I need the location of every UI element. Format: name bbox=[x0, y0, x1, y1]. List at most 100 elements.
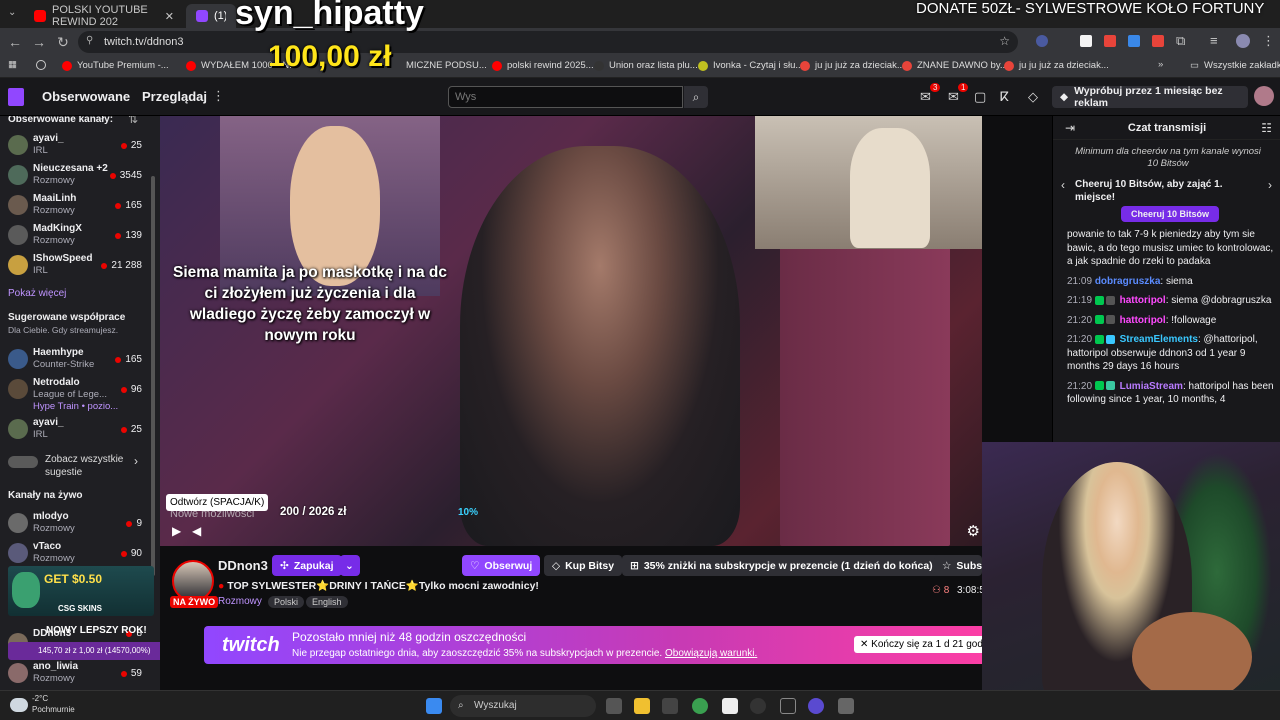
store-icon[interactable] bbox=[662, 698, 678, 714]
sidebar-channel[interactable]: Haemhype Counter-Strike 165 bbox=[6, 346, 154, 376]
site-info-icon[interactable]: ⚲ bbox=[86, 35, 93, 46]
extension-icon[interactable] bbox=[1128, 35, 1140, 47]
sidebar-channel[interactable]: ayavi_ IRL 25 bbox=[6, 416, 154, 446]
show-more-link[interactable]: Pokaż więcej bbox=[8, 288, 66, 299]
sort-icon[interactable]: ⇅ bbox=[128, 116, 138, 126]
tab-search-icon[interactable]: ⌄ bbox=[8, 7, 16, 18]
stream-tag[interactable]: Polski bbox=[268, 596, 305, 608]
star-icon[interactable]: ☆ bbox=[999, 34, 1010, 48]
url-input[interactable]: ⚲ twitch.tv/ddnon3 ☆ bbox=[78, 31, 1018, 53]
windows-start-icon[interactable] bbox=[426, 698, 442, 714]
apps-grid-icon[interactable]: ▦ bbox=[8, 59, 17, 70]
channel-name[interactable]: DDnon3 bbox=[218, 558, 268, 573]
sidebar-channel[interactable]: MadKingX Rozmowy 139 bbox=[6, 222, 154, 252]
tab-twitch[interactable]: (1) DDnon3 bbox=[186, 4, 236, 28]
close-icon[interactable]: ✕ bbox=[165, 10, 174, 23]
more-bookmarks-icon[interactable]: » bbox=[1158, 59, 1163, 70]
sidebar-channel[interactable]: Netrodalo League of Lege... Hype Train • p… bbox=[6, 376, 154, 414]
nav-followed[interactable]: Obserwowane bbox=[42, 89, 130, 104]
volume-icon[interactable]: ◀ bbox=[192, 524, 201, 538]
extension-icon[interactable] bbox=[1036, 35, 1048, 47]
gift-dropdown-button[interactable]: ⌄ bbox=[340, 555, 360, 576]
media-icon[interactable]: ≡ bbox=[1210, 33, 1218, 48]
gift-button[interactable]: ✣ Zapukaj bbox=[272, 555, 342, 576]
extension-icon[interactable] bbox=[1152, 35, 1164, 47]
settings-icon[interactable] bbox=[838, 698, 854, 714]
weather-widget[interactable]: -2°C Pochmurnie bbox=[32, 693, 75, 715]
follow-button[interactable]: ♡ Obserwuj bbox=[462, 555, 541, 576]
bookmark-item[interactable]: ju ju już za dzieciak... bbox=[800, 60, 905, 71]
inbox-icon[interactable]: ✉ bbox=[920, 89, 931, 105]
extension-icon[interactable] bbox=[1104, 35, 1116, 47]
bookmark-item[interactable]: Union oraz lista plu... bbox=[594, 60, 698, 71]
sidebar-channel[interactable]: mlodyo Rozmowy 9 bbox=[6, 510, 154, 540]
user-avatar[interactable] bbox=[1254, 86, 1274, 106]
nav-browse[interactable]: Przeglądaj bbox=[142, 89, 207, 104]
profile-avatar[interactable] bbox=[1236, 34, 1250, 48]
video-player[interactable]: Siema mamita ja po maskotkę i na dc ci z… bbox=[160, 116, 982, 546]
sidebar-channel[interactable]: Nieuczesana +2 Rozmowy 3545 bbox=[6, 162, 154, 192]
bookmark-item[interactable]: ZNANE DAWNO by... bbox=[902, 60, 1008, 71]
back-icon[interactable]: ← bbox=[3, 34, 27, 50]
users-icon[interactable]: ☷ bbox=[1261, 121, 1272, 135]
close-icon[interactable]: ✕ bbox=[860, 639, 868, 650]
bookmark-item[interactable]: polski rewind 2025... bbox=[492, 60, 594, 71]
try-turbo-button[interactable]: ◆ Wypróbuj przez 1 miesiąc bez reklam bbox=[1052, 85, 1248, 109]
bookmark-item[interactable]: MICZNE PODSU... bbox=[406, 60, 487, 71]
badge-icon bbox=[1094, 295, 1104, 305]
channel-name: Netrodalo bbox=[33, 377, 80, 388]
terminal-icon[interactable] bbox=[780, 698, 796, 714]
gear-icon[interactable]: ⚙ bbox=[967, 522, 980, 540]
stream-category[interactable]: Rozmowy bbox=[218, 596, 262, 607]
terms-link[interactable]: Obowiązują warunki. bbox=[665, 648, 757, 659]
message-user[interactable]: hattoripol bbox=[1120, 315, 1166, 326]
sidebar-channel[interactable]: ano_liwia Rozmowy 59 bbox=[6, 660, 154, 690]
menu-icon[interactable]: ⋮ bbox=[1262, 33, 1275, 49]
notifications-icon[interactable]: ✉ bbox=[948, 89, 959, 105]
csgo-skins-ad[interactable]: GET $0.50 CSG SKINS bbox=[8, 566, 154, 616]
prime-crown-icon[interactable]: ◇ bbox=[1028, 89, 1038, 105]
chevron-left-icon[interactable]: ‹ bbox=[1061, 178, 1065, 192]
app-icon[interactable] bbox=[808, 698, 824, 714]
sidebar-channel[interactable]: ayavi_ IRL 25 bbox=[6, 132, 154, 162]
sidebar-channel[interactable]: MaaiLinh Rozmowy 165 bbox=[6, 192, 154, 222]
extensions-puzzle-icon[interactable]: ⧉ bbox=[1176, 33, 1185, 49]
chrome-icon[interactable] bbox=[692, 698, 708, 714]
obs-icon[interactable] bbox=[750, 698, 766, 714]
all-bookmarks[interactable]: ▭ Wszystkie zakładki bbox=[1190, 60, 1280, 71]
task-view-icon[interactable] bbox=[606, 698, 622, 714]
buy-bits-button[interactable]: ◇ Kup Bitsy bbox=[544, 555, 623, 576]
forward-icon[interactable]: → bbox=[27, 34, 51, 50]
play-icon[interactable]: ▶ bbox=[172, 524, 181, 538]
globe-icon[interactable] bbox=[36, 60, 46, 70]
whispers-icon[interactable]: ▢ bbox=[974, 89, 986, 105]
message-user[interactable]: dobragruszka bbox=[1095, 276, 1161, 287]
notepad-icon[interactable] bbox=[722, 698, 738, 714]
channel-name: Nieuczesana +2 bbox=[33, 163, 108, 174]
message-user[interactable]: hattoripol bbox=[1120, 295, 1166, 306]
file-explorer-icon[interactable] bbox=[634, 698, 650, 714]
extension-icon[interactable]: ⴽ bbox=[1000, 89, 1009, 105]
chevron-right-icon[interactable]: › bbox=[1268, 178, 1272, 192]
sidebar-channel[interactable]: IShowSpeed IRL 21 288 bbox=[6, 252, 154, 282]
bookmark-item[interactable]: Ivonka - Czytaj i słu... bbox=[698, 60, 803, 71]
gift-sub-discount-button[interactable]: ⊞ 35% zniżki na subskrypcje w prezencie (… bbox=[622, 555, 955, 576]
search-input[interactable]: Wys bbox=[448, 86, 683, 108]
taskbar-search[interactable]: ⌕ Wyszukaj bbox=[450, 695, 596, 717]
stream-tag[interactable]: English bbox=[306, 596, 348, 608]
message-user[interactable]: LumiaStream bbox=[1120, 381, 1183, 392]
extension-icon[interactable] bbox=[1080, 35, 1092, 47]
subscribe-button[interactable]: ☆ Subs bbox=[934, 555, 982, 576]
search-button[interactable]: ⌕ bbox=[684, 86, 708, 108]
tab-youtube[interactable]: POLSKI YOUTUBE REWIND 202 ✕ bbox=[24, 4, 184, 28]
message-user[interactable]: StreamElements bbox=[1120, 334, 1198, 345]
sidebar-scrollbar[interactable] bbox=[151, 176, 155, 576]
bookmark-item[interactable]: ju ju już za dzieciak... bbox=[1004, 60, 1109, 71]
bookmark-item[interactable]: YouTube Premium -... bbox=[62, 60, 169, 71]
cheer-button[interactable]: Cheeruj 10 Bitsów bbox=[1121, 206, 1219, 222]
more-icon[interactable]: ⋮ bbox=[212, 88, 225, 104]
avatar bbox=[8, 225, 28, 245]
see-all-suggestions[interactable]: Zobacz wszystkie sugestie › bbox=[8, 452, 148, 480]
twitch-logo-icon[interactable] bbox=[8, 88, 24, 106]
reload-icon[interactable]: ↻ bbox=[51, 34, 75, 51]
